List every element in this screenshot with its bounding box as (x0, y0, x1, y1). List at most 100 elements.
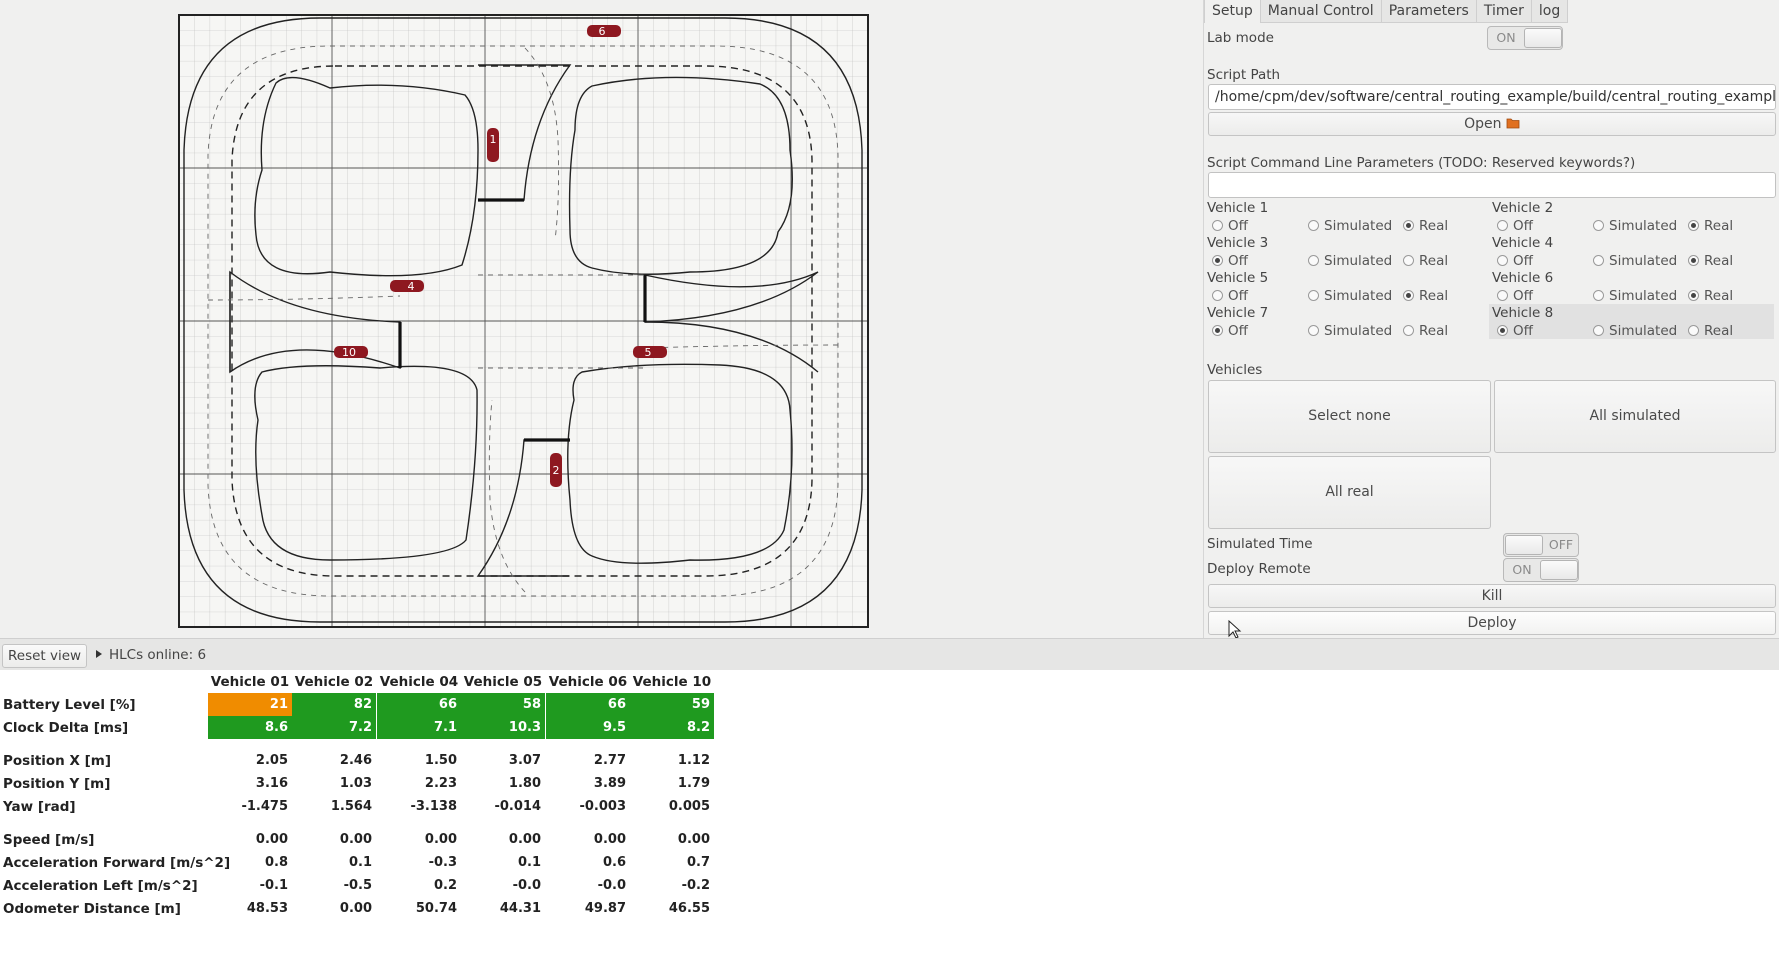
folder-icon (1506, 118, 1520, 129)
deploy-button[interactable]: Deploy (1208, 611, 1776, 635)
track-map[interactable]: 6 1 4 10 5 2 (0, 0, 1200, 638)
radio-label: Real (1704, 253, 1734, 269)
table-cell: 46.55 (668, 901, 710, 916)
switch-knob (1524, 28, 1562, 48)
vehicle-4-real-radio[interactable]: Real (1688, 253, 1733, 269)
vehicle-marker-5[interactable]: 5 (633, 346, 667, 359)
switch-knob (1540, 560, 1578, 580)
radio-dot (1403, 290, 1414, 301)
radio-dot (1497, 325, 1508, 336)
simulated-time-switch[interactable]: OFF (1503, 533, 1579, 557)
lab-mode-switch-text: ON (1496, 30, 1516, 45)
reset-view-button[interactable]: Reset view (2, 644, 88, 668)
vehicle-2-off-radio[interactable]: Off (1497, 218, 1533, 234)
map-view[interactable]: 6 1 4 10 5 2 (0, 0, 1200, 638)
table-cell: 3.07 (508, 753, 541, 768)
vehicle-marker-1[interactable]: 1 (487, 128, 499, 162)
vehicle-marker-10[interactable]: 10 (334, 346, 368, 359)
vehicle-5-simulated-radio[interactable]: Simulated (1308, 288, 1392, 304)
status-strip: Reset view HLCs online: 6 (0, 638, 1779, 670)
vehicle-3-simulated-radio[interactable]: Simulated (1308, 253, 1392, 269)
vehicle-marker-5-label: 5 (645, 346, 652, 359)
row-label: Yaw [rad] (3, 799, 76, 815)
table-cell: 1.80 (508, 776, 541, 791)
vehicle-name: Vehicle 2 (1492, 200, 1554, 216)
script-path-input[interactable]: /home/cpm/dev/software/central_routing_e… (1208, 84, 1776, 110)
hlcs-online-expander[interactable]: HLCs online: 6 (96, 647, 206, 663)
tab-bar: Setup Manual Control Parameters Timer lo… (1204, 0, 1569, 24)
mouse-cursor-icon (1228, 620, 1242, 639)
all-simulated-button[interactable]: All simulated (1494, 380, 1776, 453)
table-cell: 0.00 (677, 832, 710, 847)
vehicle-6-off-radio[interactable]: Off (1497, 288, 1533, 304)
vehicle-8-real-radio[interactable]: Real (1688, 323, 1733, 339)
table-cell: 1.03 (339, 776, 372, 791)
column-header: Vehicle 02 (294, 674, 374, 690)
tab-manual-control[interactable]: Manual Control (1259, 0, 1382, 23)
cmd-params-label: Script Command Line Parameters (TODO: Re… (1207, 155, 1636, 171)
radio-label: Off (1228, 253, 1248, 269)
radio-label: Off (1513, 288, 1533, 304)
vehicle-6-simulated-radio[interactable]: Simulated (1593, 288, 1677, 304)
vehicle-7-real-radio[interactable]: Real (1403, 323, 1448, 339)
vehicle-name: Vehicle 3 (1207, 235, 1269, 251)
table-cell: 50.74 (415, 901, 457, 916)
vehicle-status-table: Vehicle 01 Vehicle 02 Vehicle 04 Vehicle 05… (0, 670, 1779, 960)
control-panel: Setup Manual Control Parameters Timer lo… (1203, 0, 1779, 639)
script-path-label: Script Path (1207, 67, 1281, 83)
row-label: Clock Delta [ms] (3, 720, 129, 736)
vehicle-2-simulated-radio[interactable]: Simulated (1593, 218, 1677, 234)
vehicle-3-real-radio[interactable]: Real (1403, 253, 1448, 269)
table-cell: 0.8 (264, 855, 288, 870)
table-cell: 0.00 (339, 832, 372, 847)
vehicle-marker-10-label: 10 (342, 346, 356, 359)
table-cell: 0.00 (593, 832, 626, 847)
vehicle-3-off-radio[interactable]: Off (1212, 253, 1248, 269)
tab-setup[interactable]: Setup (1204, 0, 1261, 23)
column-header: Vehicle 01 (210, 674, 290, 690)
table-cell: -0.0 (597, 878, 626, 893)
select-none-button[interactable]: Select none (1208, 380, 1491, 453)
vehicle-6-real-radio[interactable]: Real (1688, 288, 1733, 304)
table-cell: 9.5 (546, 716, 630, 739)
cmd-params-input[interactable] (1208, 172, 1776, 198)
radio-dot (1403, 325, 1414, 336)
vehicle-1-real-radio[interactable]: Real (1403, 218, 1448, 234)
vehicle-1-off-radio[interactable]: Off (1212, 218, 1248, 234)
kill-button[interactable]: Kill (1208, 584, 1776, 608)
vehicle-7-off-radio[interactable]: Off (1212, 323, 1248, 339)
vehicle-4-off-radio[interactable]: Off (1497, 253, 1533, 269)
vehicle-7-simulated-radio[interactable]: Simulated (1308, 323, 1392, 339)
vehicle-2-real-radio[interactable]: Real (1688, 218, 1733, 234)
table-cell: 48.53 (246, 901, 288, 916)
deploy-remote-switch[interactable]: ON (1503, 558, 1579, 582)
vehicle-marker-2[interactable]: 2 (550, 453, 562, 487)
vehicle-8-off-radio[interactable]: Off (1497, 323, 1533, 339)
vehicle-marker-6[interactable]: 6 (587, 25, 621, 38)
table-cell: 2.77 (593, 753, 626, 768)
simulated-time-switch-text: OFF (1548, 537, 1574, 552)
vehicle-name: Vehicle 4 (1492, 235, 1554, 251)
tab-parameters[interactable]: Parameters (1380, 0, 1477, 23)
open-button[interactable]: Open (1208, 112, 1776, 136)
hlcs-online-label: HLCs online: 6 (109, 647, 207, 663)
vehicle-8-simulated-radio[interactable]: Simulated (1593, 323, 1677, 339)
vehicle-1-simulated-radio[interactable]: Simulated (1308, 218, 1392, 234)
vehicle-5-off-radio[interactable]: Off (1212, 288, 1248, 304)
tab-log[interactable]: log (1530, 0, 1569, 23)
lab-mode-switch[interactable]: ON (1487, 26, 1563, 50)
all-real-button[interactable]: All real (1208, 456, 1491, 529)
column-header: Vehicle 10 (632, 674, 712, 690)
radio-label: Off (1513, 218, 1533, 234)
vehicle-name: Vehicle 7 (1207, 305, 1269, 321)
table-cell: -0.014 (494, 799, 541, 814)
vehicle-name: Vehicle 1 (1207, 200, 1269, 216)
table-cell: 0.00 (424, 832, 457, 847)
tab-timer[interactable]: Timer (1475, 0, 1532, 23)
radio-dot (1688, 325, 1699, 336)
radio-dot (1593, 255, 1604, 266)
vehicle-marker-4[interactable]: 4 (390, 280, 424, 293)
vehicle-4-simulated-radio[interactable]: Simulated (1593, 253, 1677, 269)
vehicle-5-real-radio[interactable]: Real (1403, 288, 1448, 304)
simulated-time-label: Simulated Time (1207, 536, 1313, 552)
